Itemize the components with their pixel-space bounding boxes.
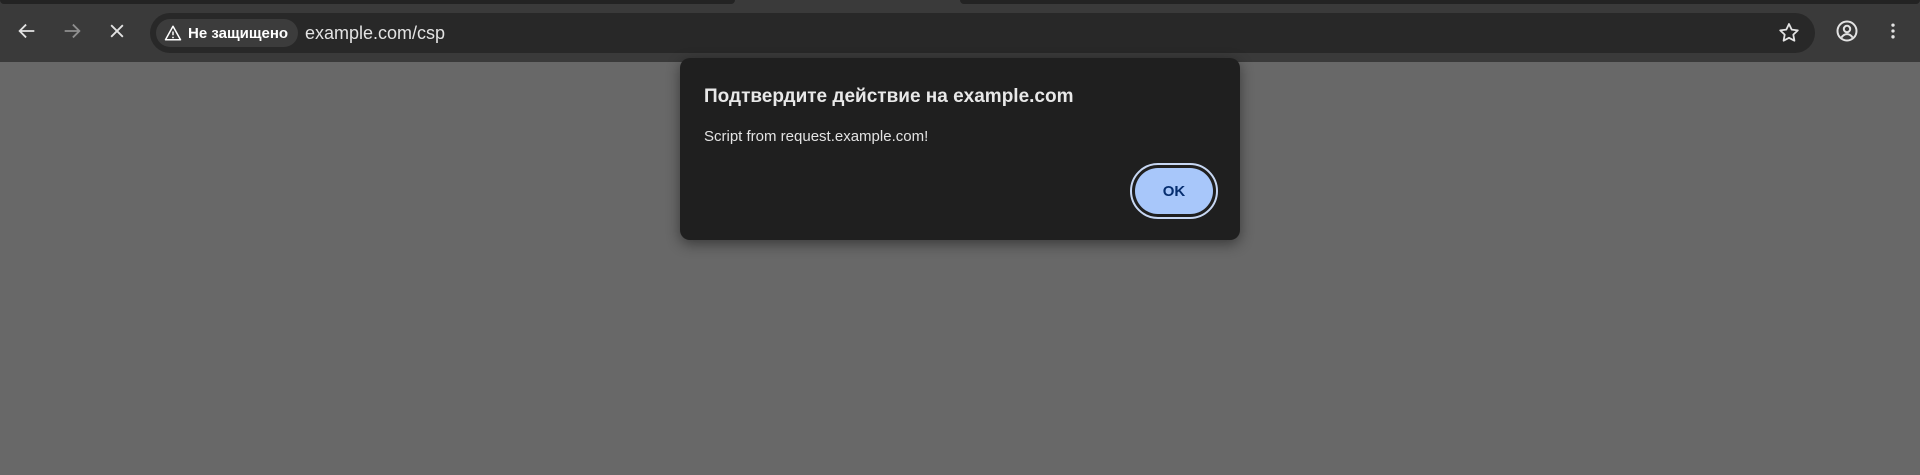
forward-button[interactable] xyxy=(55,14,89,48)
warning-icon xyxy=(164,25,182,41)
ok-button-focus-ring: OK xyxy=(1130,163,1218,219)
bookmark-button[interactable] xyxy=(1777,21,1801,45)
stop-loading-button[interactable] xyxy=(100,14,134,48)
forward-arrow-icon xyxy=(64,23,81,39)
browser-toolbar: Не защищено example.com/csp xyxy=(0,0,1920,62)
kebab-menu-icon xyxy=(1891,23,1895,39)
security-label: Не защищено xyxy=(188,24,289,42)
tab-strip-edge xyxy=(0,0,735,4)
tab-strip-edge xyxy=(960,0,1920,4)
profile-icon xyxy=(1836,20,1858,42)
url-text[interactable]: example.com/csp xyxy=(305,23,445,43)
back-button[interactable] xyxy=(10,14,44,48)
dialog-title: Подтвердите действие на example.com xyxy=(704,86,1074,107)
ok-button[interactable]: OK xyxy=(1135,168,1213,214)
profile-button[interactable] xyxy=(1830,14,1864,48)
js-alert-dialog: Подтвердите действие на example.com Scri… xyxy=(680,58,1240,240)
back-arrow-icon xyxy=(18,23,35,39)
close-icon xyxy=(110,24,124,38)
browser-menu-button[interactable] xyxy=(1876,14,1910,48)
star-icon xyxy=(1779,23,1799,42)
dialog-message: Script from request.example.com! xyxy=(704,128,929,145)
security-indicator[interactable]: Не защищено xyxy=(156,19,299,47)
address-bar[interactable]: Не защищено example.com/csp xyxy=(150,13,1815,53)
